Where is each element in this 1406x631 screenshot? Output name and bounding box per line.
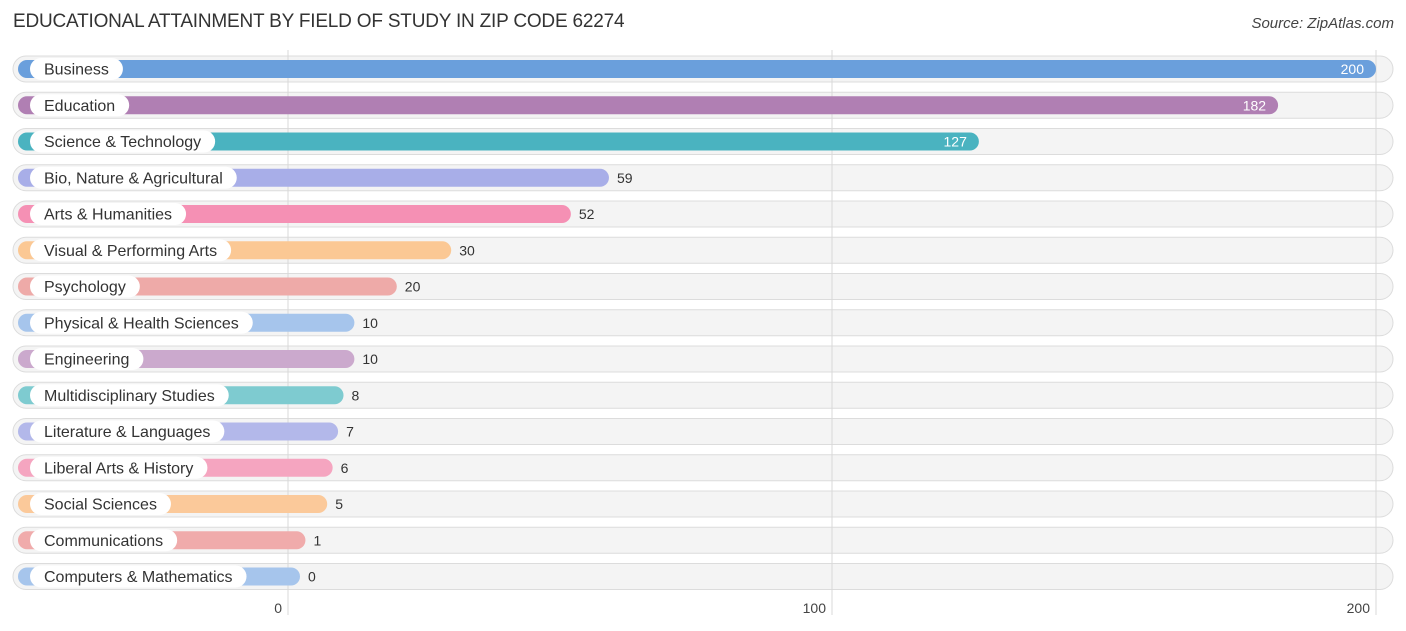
bar-group: Social Sciences 5: [18, 493, 343, 515]
value-label: 7: [346, 424, 354, 440]
x-axis-ticks: 0 100 200: [274, 600, 1370, 616]
value-label: 8: [352, 387, 360, 403]
category-label: Multidisciplinary Studies: [44, 388, 215, 405]
category-label: Arts & Humanities: [44, 207, 172, 224]
category-label: Business: [44, 62, 109, 79]
value-label: 30: [459, 242, 475, 258]
value-label: 20: [405, 279, 421, 295]
x-tick-label: 200: [1347, 600, 1371, 616]
bar-group: Literature & Languages 7: [18, 420, 354, 443]
value-label: 182: [1243, 97, 1267, 113]
bar-group: Engineering 10: [18, 348, 378, 370]
value-label: 52: [579, 206, 595, 222]
value-label: 5: [335, 496, 343, 512]
bar-group: Arts & Humanities 52: [18, 203, 595, 225]
value-label: 0: [308, 569, 316, 585]
value-label: 127: [944, 134, 968, 150]
bar-group: Liberal Arts & History 6: [18, 456, 349, 479]
value-label: 200: [1341, 61, 1365, 77]
bar: [18, 60, 1376, 78]
value-label: 59: [617, 170, 633, 186]
bar-chart: Business 200Education 182Science & Technol…: [12, 50, 1394, 616]
bar: [18, 96, 1279, 115]
value-label: 10: [362, 315, 378, 331]
category-label: Science & Technology: [44, 134, 201, 151]
value-label: 10: [362, 351, 378, 367]
bar-group: Bio, Nature & Agricultural 59: [18, 166, 633, 189]
bar-group: Business 200: [18, 58, 1376, 80]
category-label: Physical & Health Sciences: [44, 315, 239, 332]
category-label: Literature & Languages: [44, 424, 210, 441]
value-label: 6: [341, 460, 349, 476]
category-label: Liberal Arts & History: [44, 460, 193, 477]
category-label: Bio, Nature & Agricultural: [44, 170, 223, 187]
x-tick-label: 0: [274, 600, 282, 616]
x-tick-label: 100: [803, 600, 827, 616]
bar-group: Multidisciplinary Studies 8: [18, 384, 360, 407]
bar-group: Psychology 20: [18, 275, 421, 298]
category-label: Psychology: [44, 279, 126, 296]
bar-group: Visual & Performing Arts 30: [18, 239, 475, 262]
bar-group: Physical & Health Sciences 10: [18, 311, 378, 334]
category-label: Visual & Performing Arts: [44, 243, 217, 260]
category-label: Computers & Mathematics: [44, 569, 233, 586]
category-label: Engineering: [44, 352, 129, 369]
category-label: Social Sciences: [44, 497, 157, 514]
category-label: Communications: [44, 533, 163, 550]
category-label: Education: [44, 98, 115, 115]
bar-group: Science & Technology 127: [18, 130, 979, 153]
bar-group: Education 182: [18, 94, 1279, 117]
value-label: 1: [313, 532, 321, 548]
bar-group: Communications 1: [18, 529, 321, 552]
bar-group: Computers & Mathematics 0: [18, 565, 316, 588]
